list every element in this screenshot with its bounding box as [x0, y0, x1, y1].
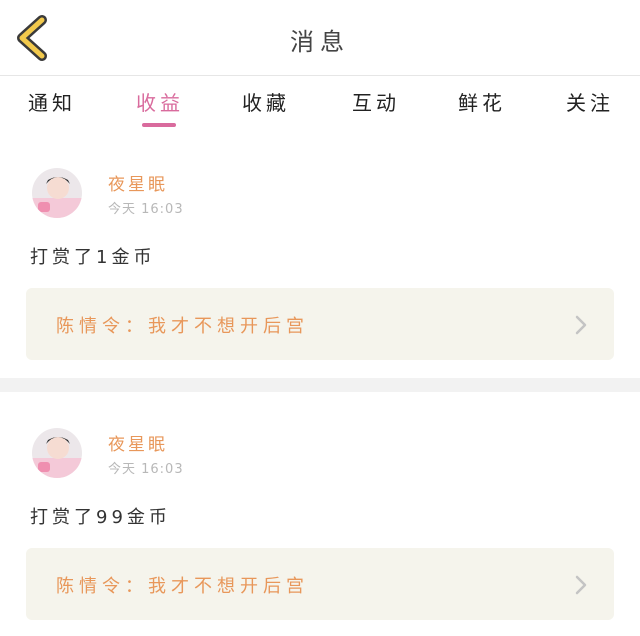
message-text: 打赏了99金币	[30, 507, 171, 528]
quoted-work-link[interactable]: 陈情令：我才不想开后宫	[26, 548, 614, 620]
page-title: 消息	[290, 28, 350, 56]
sender-name[interactable]: 夜星眠	[108, 170, 168, 195]
active-tab-indicator	[142, 123, 176, 127]
avatar[interactable]	[32, 428, 82, 478]
quoted-work-link[interactable]: 陈情令：我才不想开后宫	[26, 288, 614, 360]
avatar[interactable]	[32, 168, 82, 218]
message-text: 打赏了1金币	[30, 247, 156, 268]
sender-name[interactable]: 夜星眠	[108, 430, 168, 455]
timestamp: 今天 16:03	[108, 202, 184, 217]
tab-favorites[interactable]: 收藏	[242, 87, 290, 116]
quoted-work-title: 陈情令：我才不想开后宫	[56, 316, 309, 337]
tab-bar: 通知 收益 收藏 互动 鲜花 关注	[0, 77, 640, 137]
tab-earnings[interactable]: 收益	[136, 87, 184, 116]
timestamp: 今天 16:03	[108, 462, 184, 477]
tab-follows[interactable]: 关注	[566, 87, 614, 116]
chevron-right-icon	[575, 315, 587, 335]
chevron-right-icon	[575, 575, 587, 595]
header-bar: 消息	[0, 0, 640, 76]
tab-interactions[interactable]: 互动	[352, 87, 400, 116]
tab-notifications[interactable]: 通知	[28, 87, 76, 116]
quoted-work-title: 陈情令：我才不想开后宫	[56, 576, 309, 597]
message-card: 夜星眠 今天 16:03 打赏了1金币 陈情令：我才不想开后宫	[0, 137, 640, 377]
message-card: 夜星眠 今天 16:03 打赏了99金币 陈情令：我才不想开后宫	[0, 392, 640, 636]
section-divider	[0, 378, 640, 392]
tab-flowers[interactable]: 鲜花	[458, 87, 506, 116]
